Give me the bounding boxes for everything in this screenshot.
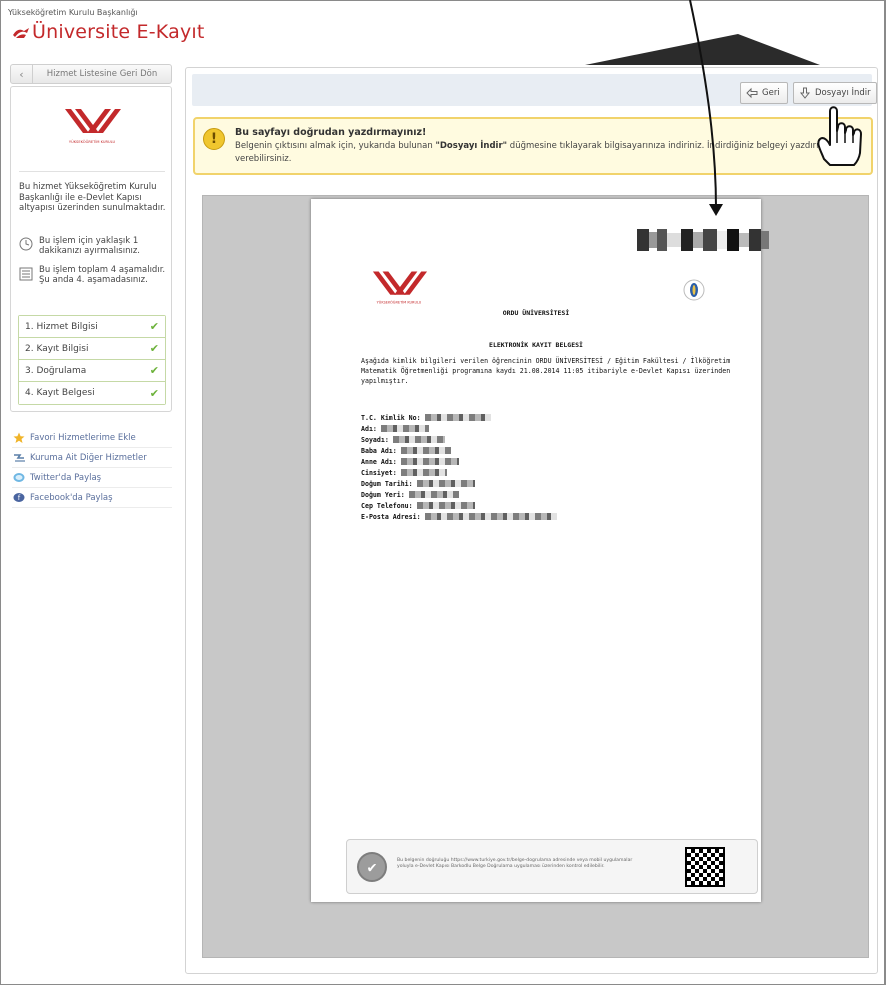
redacted-value — [400, 458, 459, 465]
redacted-value — [424, 414, 491, 421]
app-title: Üniversite E-Kayıt — [32, 21, 205, 43]
document-field: Doğum Tarihi: — [361, 478, 741, 489]
facebook-share-link[interactable]: f Facebook'da Paylaş — [12, 488, 172, 508]
toolbar: Geri Dosyayı İndir — [192, 74, 877, 106]
pixelated-barcode — [637, 229, 769, 251]
step-item: 4. Kayıt Belgesi ✔ — [19, 382, 165, 404]
back-button[interactable]: Geri — [740, 82, 788, 104]
document-body: Aşağıda kimlik bilgileri verilen öğrenci… — [361, 357, 731, 385]
document-field: Cep Telefonu: — [361, 500, 741, 511]
list-icon — [12, 452, 26, 464]
svg-text:YÜKSEKÖĞRETİM KURULU: YÜKSEKÖĞRETİM KURULU — [377, 299, 422, 304]
redacted-value — [408, 491, 459, 498]
redacted-value — [400, 469, 447, 476]
step-list: 1. Hizmet Bilgisi ✔ 2. Kayıt Bilgisi ✔ 3. … — [18, 315, 166, 405]
document-field: Anne Adı: — [361, 456, 741, 467]
check-icon: ✔ — [149, 364, 159, 377]
warning-text: Belgenin çıktısını almak için, yukarıda … — [235, 141, 860, 164]
document-field: Adı: — [361, 423, 741, 434]
yok-logo: YÜKSEKÖĞRETİM KURULU — [65, 109, 121, 144]
redacted-value — [424, 513, 557, 520]
check-icon: ✔ — [149, 342, 159, 355]
document-field: T.C. Kimlik No: — [361, 412, 741, 423]
redacted-value — [380, 425, 429, 432]
redacted-value — [400, 447, 451, 454]
verified-seal-icon: ✔ — [357, 852, 387, 882]
other-services-link[interactable]: Kuruma Ait Diğer Hizmetler — [12, 448, 172, 468]
step-item: 2. Kayıt Bilgisi ✔ — [19, 338, 165, 360]
qr-code — [685, 847, 725, 887]
divider — [19, 171, 165, 172]
clock-icon — [19, 237, 33, 251]
warning-title: Bu sayfayı doğrudan yazdırmayınız! — [235, 127, 427, 138]
document-field: Soyadı: — [361, 434, 741, 445]
main-panel: Geri Dosyayı İndir ! Bu sayfayı doğrudan… — [185, 67, 878, 974]
document-viewer[interactable]: YÜKSEKÖĞRETİM KURULU ORDU ÜNİVERSİTESİ E… — [202, 195, 869, 958]
twitter-share-link[interactable]: Twitter'da Paylaş — [12, 468, 172, 488]
back-to-list-label: Hizmet Listesine Geri Dön — [46, 69, 158, 79]
download-file-button[interactable]: Dosyayı İndir — [793, 82, 877, 104]
redacted-value — [392, 436, 445, 443]
back-arrow-icon — [746, 87, 758, 99]
university-name: ORDU ÜNİVERSİTESİ — [502, 309, 570, 317]
document-field: Doğum Yeri: — [361, 489, 741, 500]
university-seal-icon — [683, 279, 705, 301]
step-item: 1. Hizmet Bilgisi ✔ — [19, 316, 165, 338]
back-to-list-button[interactable]: ‹ Hizmet Listesine Geri Dön — [10, 64, 172, 84]
redacted-value — [416, 480, 475, 487]
document-field: Baba Adı: — [361, 445, 741, 456]
download-icon — [799, 87, 811, 99]
twitter-icon — [12, 472, 26, 484]
facebook-icon: f — [12, 492, 26, 504]
check-icon: ✔ — [149, 320, 159, 333]
check-icon: ✔ — [149, 386, 159, 400]
document-field: E-Posta Adresi: — [361, 511, 741, 522]
chevron-left-icon: ‹ — [11, 65, 33, 83]
document-page: YÜKSEKÖĞRETİM KURULU ORDU ÜNİVERSİTESİ E… — [311, 199, 769, 902]
student-fields: T.C. Kimlik No: Adı: Soyadı: Baba Adı: A… — [361, 412, 741, 522]
star-icon — [12, 432, 26, 444]
document-yok-logo: YÜKSEKÖĞRETİM KURULU — [372, 271, 428, 304]
document-field: Cinsiyet: — [361, 467, 741, 478]
brand-logo-icon — [13, 28, 29, 38]
org-name: Yükseköğretim Kurulu Başkanlığı — [8, 8, 138, 17]
verification-box: ✔ Bu belgenin doğruluğu https://www.turk… — [346, 839, 758, 894]
service-info-panel: YÜKSEKÖĞRETİM KURULU Bu hizmet Yükseköğr… — [10, 86, 172, 412]
redacted-value — [416, 502, 475, 509]
time-note: Bu işlem için yaklaşık 1 dakikanızı ayır… — [39, 236, 141, 256]
list-steps-icon — [19, 267, 33, 281]
document-title: ELEKTRONİK KAYIT BELGESİ — [489, 341, 583, 349]
side-links: Favori Hizmetlerime Ekle Kuruma Ait Diğe… — [12, 428, 172, 508]
verification-text: Bu belgenin doğruluğu https://www.turkiy… — [397, 858, 633, 869]
svg-text:YÜKSEKÖĞRETİM KURULU: YÜKSEKÖĞRETİM KURULU — [69, 139, 116, 144]
service-info-text: Bu hizmet Yükseköğretim Kurulu Başkanlığ… — [19, 182, 166, 213]
favorite-link[interactable]: Favori Hizmetlerime Ekle — [12, 428, 172, 448]
warning-icon: ! — [203, 128, 225, 150]
print-warning: ! Bu sayfayı doğrudan yazdırmayınız! Bel… — [193, 117, 873, 175]
steps-note: Bu işlem toplam 4 aşamalıdır. Şu anda 4.… — [39, 265, 166, 285]
step-item: 3. Doğrulama ✔ — [19, 360, 165, 382]
